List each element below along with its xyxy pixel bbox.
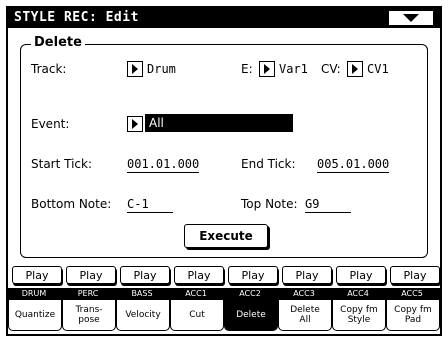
- track-name-bass: BASS: [131, 289, 153, 298]
- tab-velocity[interactable]: Velocity: [116, 300, 170, 331]
- e-arrow-icon[interactable]: [259, 61, 275, 77]
- top-note-value[interactable]: G9: [305, 197, 351, 213]
- screen: STYLE REC: Edit Delete Track: Drum E: Va…: [6, 6, 442, 336]
- event-label: Event:: [31, 117, 70, 131]
- play-button-acc5[interactable]: Play: [390, 266, 440, 284]
- track-name-acc5: ACC5: [401, 289, 423, 298]
- page-menu-button[interactable]: [388, 10, 434, 26]
- play-button-row: Play Play Play Play Play Play Play Play: [10, 266, 440, 284]
- function-tabs: Quantize Trans-pose Velocity Cut Delete …: [8, 300, 440, 334]
- start-tick-label: Start Tick:: [31, 157, 93, 171]
- track-name-acc3: ACC3: [293, 289, 315, 298]
- track-name-acc4: ACC4: [347, 289, 369, 298]
- track-label: Track:: [31, 62, 67, 76]
- cv-value[interactable]: CV1: [367, 62, 389, 76]
- e-label: E:: [241, 62, 253, 76]
- event-value[interactable]: All: [145, 114, 293, 132]
- tab-delete-all[interactable]: Delete All: [278, 300, 332, 331]
- delete-group-title: Delete: [31, 35, 85, 50]
- tab-delete[interactable]: Delete: [224, 300, 278, 331]
- bottom-note-label: Bottom Note:: [31, 197, 112, 211]
- track-name-drum: DRUM: [21, 289, 47, 298]
- track-name-acc2: ACC2: [239, 289, 261, 298]
- play-button-acc2[interactable]: Play: [228, 266, 278, 284]
- triangle-down-icon: [403, 14, 419, 22]
- start-tick-value[interactable]: 001.01.000: [127, 157, 200, 173]
- play-button-acc4[interactable]: Play: [336, 266, 386, 284]
- page-title: STYLE REC: Edit: [14, 10, 139, 25]
- play-button-drum[interactable]: Play: [12, 266, 62, 284]
- e-value[interactable]: Var1: [279, 62, 308, 76]
- end-tick-value[interactable]: 005.01.000: [317, 157, 390, 173]
- bottom-note-value[interactable]: C-1: [127, 197, 173, 213]
- event-arrow-icon[interactable]: [127, 116, 143, 132]
- play-button-perc[interactable]: Play: [66, 266, 116, 284]
- play-button-acc1[interactable]: Play: [174, 266, 224, 284]
- track-name-perc: PERC: [77, 289, 99, 298]
- track-value[interactable]: Drum: [147, 62, 176, 76]
- track-name-acc1: ACC1: [185, 289, 207, 298]
- title-bar: STYLE REC: Edit: [8, 8, 440, 28]
- cv-label: CV:: [321, 62, 341, 76]
- track-arrow-icon[interactable]: [127, 61, 143, 77]
- tab-copy-fm-pad[interactable]: Copy fm Pad: [386, 300, 440, 331]
- play-button-acc3[interactable]: Play: [282, 266, 332, 284]
- top-note-label: Top Note:: [241, 197, 298, 211]
- tab-cut[interactable]: Cut: [170, 300, 224, 331]
- end-tick-label: End Tick:: [241, 157, 296, 171]
- tab-copy-fm-style[interactable]: Copy fm Style: [332, 300, 386, 331]
- track-name-bar: DRUM PERC BASS ACC1 ACC2 ACC3 ACC4 ACC5: [8, 288, 440, 300]
- tab-transpose[interactable]: Trans-pose: [62, 300, 116, 331]
- play-button-bass[interactable]: Play: [120, 266, 170, 284]
- tab-quantize[interactable]: Quantize: [8, 300, 62, 331]
- cv-arrow-icon[interactable]: [347, 61, 363, 77]
- execute-button[interactable]: Execute: [184, 224, 268, 248]
